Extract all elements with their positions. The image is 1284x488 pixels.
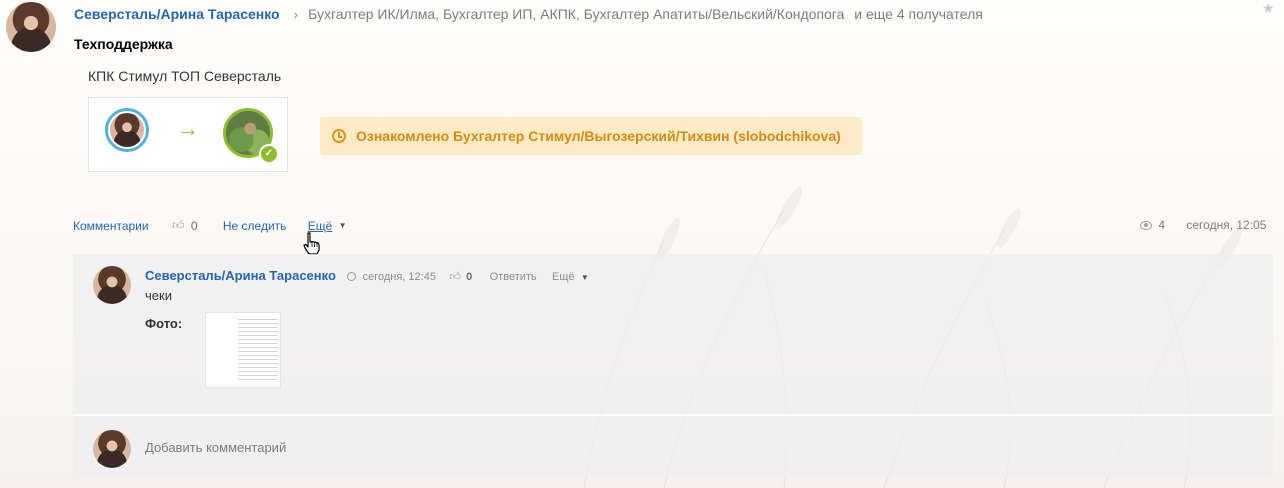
clock-icon — [347, 272, 357, 282]
like-count: 0 — [190, 218, 198, 233]
comment-more-link[interactable]: Ещё — [552, 271, 575, 283]
comment-like-count: 0 — [466, 271, 473, 283]
post-date: сегодня, 12:05 — [1186, 218, 1267, 232]
hand-pointer-icon — [303, 232, 320, 255]
more-menu-link[interactable]: Ещё — [308, 219, 333, 233]
thumbs-up-icon[interactable]: 👍︎ — [172, 218, 185, 233]
photo-label: Фото: — [145, 316, 183, 331]
thumbs-up-icon[interactable]: 👍︎ — [449, 271, 461, 283]
sender-avatar[interactable] — [105, 108, 149, 152]
current-user-avatar — [93, 430, 131, 468]
star-icon[interactable]: ★ — [1262, 0, 1275, 17]
comment-text: чеки — [145, 288, 172, 303]
approval-flow: → ✓ — [88, 97, 288, 172]
caret-down-icon: ▼ — [580, 273, 589, 282]
arrow-right-icon: → — [177, 116, 199, 141]
comment-avatar[interactable] — [93, 266, 131, 304]
clock-icon — [332, 129, 346, 143]
check-icon: ✓ — [259, 144, 279, 164]
reply-link[interactable]: Ответить — [490, 271, 537, 283]
eye-icon — [1140, 221, 1152, 231]
post-recipients[interactable]: Бухгалтер ИК/Илма, Бухгалтер ИП, АКПК, Б… — [308, 6, 844, 22]
comment-author-link[interactable]: Северсталь/Арина Тарасенко — [145, 268, 336, 283]
comment-time: сегодня, 12:45 — [362, 271, 436, 283]
comments-link[interactable]: Комментарии — [73, 219, 149, 233]
post-author-link[interactable]: Северсталь/Арина Тарасенко — [74, 6, 280, 22]
receipt-image — [238, 319, 278, 381]
divider — [73, 414, 1273, 416]
author-avatar[interactable] — [6, 2, 56, 52]
view-count: 4 — [1158, 218, 1166, 232]
acknowledged-banner: Ознакомлено Бухгалтер Стимул/Выгозерский… — [320, 117, 862, 155]
acknowledged-text: Ознакомлено Бухгалтер Стимул/Выгозерский… — [356, 128, 841, 144]
photo-thumbnail[interactable] — [205, 312, 281, 388]
post-meta: 4 сегодня, 12:05 — [1140, 218, 1266, 232]
unfollow-link[interactable]: Не следить — [223, 219, 287, 233]
post-body: КПК Стимул ТОП Северсталь — [88, 68, 282, 84]
chevron-right-icon: › — [293, 6, 299, 22]
sender-avatar-photo — [110, 113, 144, 147]
post-header: Северсталь/Арина Тарасенко › Бухгалтер И… — [74, 6, 983, 22]
comments-section: Северсталь/Арина Тарасенко сегодня, 12:4… — [73, 254, 1273, 478]
comment-header: Северсталь/Арина Тарасенко сегодня, 12:4… — [145, 268, 589, 283]
add-comment-input[interactable]: Добавить комментарий — [145, 440, 286, 455]
post-title: Техподдержка — [74, 36, 173, 52]
caret-down-icon: ▼ — [338, 221, 347, 231]
more-recipients-link[interactable]: и еще 4 получателя — [854, 6, 983, 22]
